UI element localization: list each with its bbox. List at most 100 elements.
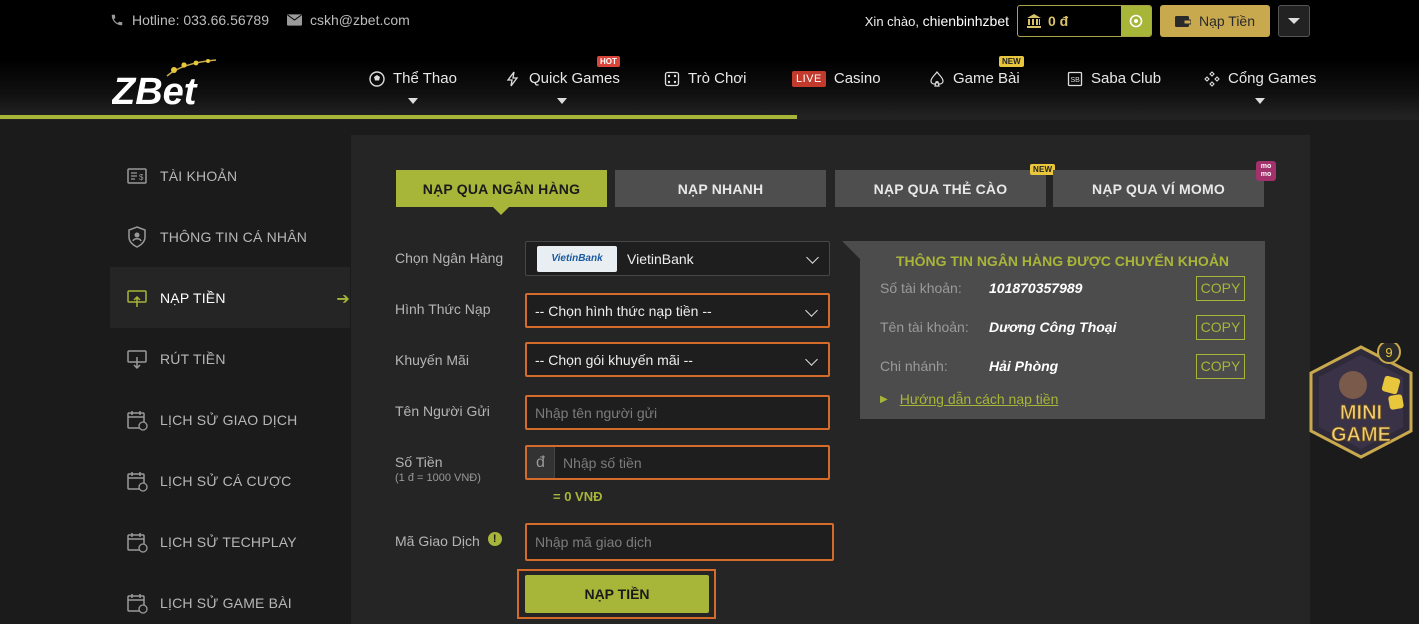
- sender-label: Tên Người Gửi: [395, 403, 490, 419]
- header-accent-bar: [0, 115, 797, 119]
- account-sidebar: $ TÀI KHOẢN THÔNG TIN CÁ NHÂN NẠP TIỀN ➔…: [110, 145, 350, 624]
- amount-placeholder: Nhập số tiền: [563, 454, 642, 471]
- nav-quick-games[interactable]: Quick Games HOT: [505, 56, 620, 104]
- sender-name-input[interactable]: Nhập tên người gửi: [525, 395, 830, 430]
- currency-symbol: đ: [527, 447, 555, 478]
- sb-icon: SB: [1067, 71, 1083, 86]
- new-badge: NEW: [999, 56, 1024, 67]
- submit-highlight: NẠP TIỀN: [517, 569, 716, 619]
- tab-nap-nhanh[interactable]: NẠP NHANH: [615, 170, 826, 207]
- nav-the-thao[interactable]: Thể Thao: [369, 70, 457, 104]
- mail-icon: [287, 14, 302, 26]
- refresh-balance-button[interactable]: [1121, 6, 1151, 36]
- nav-game-bai[interactable]: Game Bài NEW: [929, 56, 1024, 87]
- sidebar-item-rut-tien[interactable]: RÚT TIỀN: [110, 328, 350, 389]
- amount-label-text: Số Tiền: [395, 454, 443, 470]
- promo-label: Khuyến Mãi: [395, 352, 469, 368]
- tab-nap-qua-vi-momo[interactable]: NẠP QUA VÍ MOMO: [1053, 170, 1264, 207]
- momo-logo: mo mo: [1256, 161, 1276, 181]
- copy-account-name-button[interactable]: COPY: [1196, 314, 1245, 340]
- sidebar-item-lich-su-giao-dich[interactable]: LỊCH SỬ GIAO DỊCH: [110, 389, 350, 450]
- dropdown-arrow-icon: [557, 98, 568, 104]
- account-name-value: Dương Công Thoại: [989, 319, 1117, 335]
- sidebar-item-lich-su-techplay[interactable]: LỊCH SỬ TECHPLAY: [110, 511, 350, 572]
- nav-tro-choi[interactable]: Trò Chơi: [664, 70, 746, 87]
- sidebar-item-label: LỊCH SỬ CÁ CƯỢC: [160, 472, 292, 489]
- info-alert-icon[interactable]: !: [487, 532, 502, 546]
- promo-value: -- Chọn gói khuyến mãi --: [535, 351, 693, 368]
- nav-casino[interactable]: LIVE Casino: [792, 70, 881, 87]
- submit-deposit-button[interactable]: NẠP TIỀN: [525, 575, 709, 613]
- sender-name-placeholder: Nhập tên người gửi: [535, 404, 658, 421]
- spade-icon: [930, 70, 944, 87]
- sidebar-item-label: TÀI KHOẢN: [160, 167, 238, 184]
- deposit-method-select[interactable]: -- Chọn hình thức nạp tiền --: [525, 293, 830, 328]
- nav-saba-club[interactable]: SB Saba Club: [1067, 70, 1161, 87]
- converted-amount: = 0 VNĐ: [553, 489, 603, 504]
- tab-nap-qua-the-cao[interactable]: NẠP QUA THẺ CÀO NEW: [835, 164, 1056, 207]
- gamepad-icon: [1204, 70, 1220, 87]
- amount-input[interactable]: đ Nhập số tiền: [525, 445, 830, 480]
- hotline[interactable]: Hotline: 033.66.56789: [110, 12, 269, 28]
- mini-game-button[interactable]: MINI GAME 9: [1303, 343, 1419, 461]
- caret-down-icon: [1288, 18, 1300, 24]
- soccer-ball-icon: [369, 70, 385, 87]
- profile-shield-icon: [128, 225, 146, 248]
- method-label: Hình Thức Nạp: [395, 301, 491, 317]
- sidebar-item-label: THÔNG TIN CÁ NHÂN: [160, 228, 308, 245]
- sidebar-item-tai-khoan[interactable]: $ TÀI KHOẢN: [110, 145, 350, 206]
- account-name-key: Tên tài khoản:: [880, 319, 969, 335]
- nav-cong-games[interactable]: Cổng Games: [1204, 70, 1317, 104]
- svg-text:$: $: [139, 173, 144, 182]
- phone-icon: [111, 14, 123, 26]
- copy-account-number-button[interactable]: COPY: [1196, 275, 1245, 301]
- header-deposit-button[interactable]: Nạp Tiền: [1160, 5, 1270, 37]
- dropdown-arrow-icon: [1255, 98, 1266, 104]
- account-menu-toggle[interactable]: [1278, 5, 1310, 37]
- copy-branch-button[interactable]: COPY: [1196, 353, 1245, 379]
- promo-select[interactable]: -- Chọn gói khuyến mãi --: [525, 342, 830, 377]
- mini-game-count: 9: [1385, 345, 1392, 360]
- account-number-value: 101870357989: [989, 280, 1083, 296]
- sidebar-item-lich-su-game-bai[interactable]: LỊCH SỬ GAME BÀI: [110, 572, 350, 624]
- email[interactable]: cskh@zbet.com: [287, 12, 410, 28]
- bank-select[interactable]: VietinBank VietinBank: [525, 241, 830, 276]
- play-triangle-icon: ▶: [880, 393, 888, 405]
- branch-key: Chi nhánh:: [880, 358, 948, 374]
- hot-badge: HOT: [597, 56, 620, 67]
- transaction-code-input[interactable]: Nhập mã giao dịch: [525, 523, 834, 561]
- sidebar-item-thong-tin[interactable]: THÔNG TIN CÁ NHÂN: [110, 206, 350, 267]
- bank-icon: [1027, 14, 1041, 28]
- refresh-icon: [1129, 14, 1143, 28]
- nav-label: Cổng Games: [1228, 70, 1317, 87]
- deposit-icon: [127, 289, 147, 307]
- tab-nap-qua-ngan-hang[interactable]: NẠP QUA NGÂN HÀNG: [396, 170, 607, 215]
- new-badge: NEW: [1030, 164, 1056, 175]
- txn-label: Mã Giao Dịch !: [395, 532, 502, 549]
- sidebar-item-label: LỊCH SỬ GIAO DỊCH: [160, 411, 298, 428]
- deposit-panel: NẠP QUA NGÂN HÀNG NẠP NHANH NẠP QUA THẺ …: [351, 135, 1310, 624]
- hotline-text: Hotline: 033.66.56789: [132, 12, 269, 28]
- nav-label: Game Bài: [953, 70, 1020, 87]
- nav-label: Casino: [833, 70, 881, 87]
- sidebar-item-nap-tien[interactable]: NẠP TIỀN ➔: [110, 267, 350, 328]
- withdraw-icon: [127, 349, 147, 369]
- deposit-guide-link[interactable]: ▶ Hướng dẫn cách nạp tiền: [880, 391, 1058, 407]
- calendar-icon: [127, 471, 148, 492]
- bank-select-value: VietinBank: [627, 250, 694, 267]
- dropdown-arrow-icon: [407, 98, 418, 104]
- mini-game-label-line2: GAME: [1331, 424, 1391, 446]
- site-header: Hotline: 033.66.56789 cskh@zbet.com Xin …: [0, 0, 1419, 120]
- calendar-icon: [127, 410, 148, 431]
- deposit-method-value: -- Chọn hình thức nạp tiền --: [535, 302, 712, 319]
- mini-game-label-line1: MINI: [1340, 402, 1382, 424]
- guide-text: Hướng dẫn cách nạp tiền: [899, 391, 1059, 407]
- username: chienbinhzbet: [922, 13, 1009, 29]
- email-text: cskh@zbet.com: [310, 12, 410, 28]
- account-card-icon: $: [127, 167, 147, 184]
- bank-label: Chọn Ngân Hàng: [395, 250, 504, 266]
- branch-value: Hải Phòng: [989, 358, 1059, 374]
- bank-info-card: THÔNG TIN NGÂN HÀNG ĐƯỢC CHUYỂN KHOẢN Số…: [842, 241, 1265, 419]
- zbet-logo[interactable]: ZBet: [112, 58, 222, 110]
- sidebar-item-lich-su-ca-cuoc[interactable]: LỊCH SỬ CÁ CƯỢC: [110, 450, 350, 511]
